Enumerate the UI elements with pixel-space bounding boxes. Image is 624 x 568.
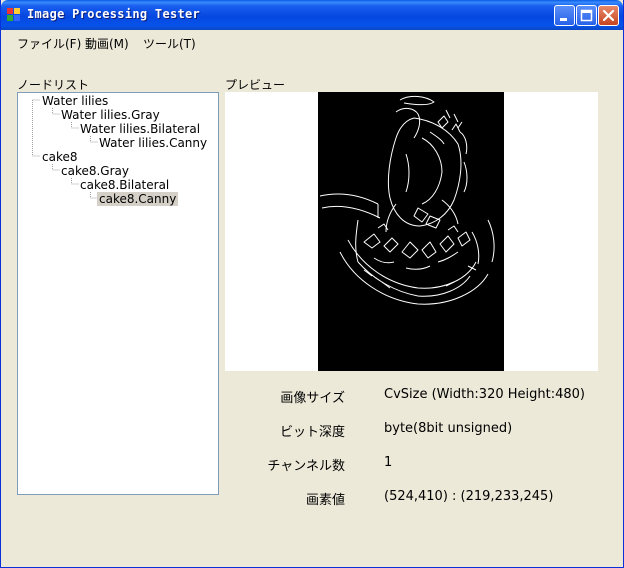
image-size-value: CvSize (Width:320 Height:480) xyxy=(384,387,585,402)
tree-node-water-lilies-gray[interactable]: Water lilies.Gray xyxy=(59,108,162,122)
tree-node-cake8-bilateral[interactable]: cake8.Bilateral xyxy=(78,178,171,192)
title-bar[interactable]: Image Processing Tester xyxy=(1,0,623,30)
menu-bar: ファイル(F) 動画(M) ツール(T) xyxy=(1,30,623,54)
maximize-icon xyxy=(580,9,593,22)
menu-file[interactable]: ファイル(F) xyxy=(17,35,81,52)
preview-panel[interactable] xyxy=(225,92,598,371)
maximize-button[interactable] xyxy=(576,5,597,26)
preview-label: プレビュー xyxy=(225,78,286,92)
pixel-value-label: 画素値 xyxy=(305,493,345,508)
tree-node-water-lilies-canny[interactable]: Water lilies.Canny xyxy=(97,136,209,150)
menu-tools[interactable]: ツール(T) xyxy=(143,35,196,52)
window-title: Image Processing Tester xyxy=(27,7,201,21)
pixel-value-value: (524,410) : (219,233,245) xyxy=(384,489,554,504)
preview-image xyxy=(318,92,504,371)
main-window: Image Processing Tester ファイル(F) 動画(M) ツー… xyxy=(0,0,624,568)
tree-node-water-lilies[interactable]: Water lilies xyxy=(40,94,110,108)
tree-node-water-lilies-bilateral[interactable]: Water lilies.Bilateral xyxy=(78,122,202,136)
close-button[interactable] xyxy=(598,5,619,26)
channels-label: チャンネル数 xyxy=(267,459,345,474)
tree-node-cake8-canny[interactable]: cake8.Canny xyxy=(97,192,179,206)
bit-depth-label: ビット深度 xyxy=(279,425,345,440)
bit-depth-value: byte(8bit unsigned) xyxy=(384,421,513,436)
minimize-icon xyxy=(560,18,567,21)
close-icon xyxy=(602,9,615,22)
tree-node-cake8-gray[interactable]: cake8.Gray xyxy=(59,164,131,178)
node-list-label: ノードリスト xyxy=(17,78,90,92)
app-icon xyxy=(7,8,20,21)
channels-value: 1 xyxy=(384,455,393,470)
minimize-button[interactable] xyxy=(554,5,575,26)
menu-video[interactable]: 動画(M) xyxy=(85,35,129,52)
image-size-label: 画像サイズ xyxy=(280,391,345,406)
tree-node-cake8[interactable]: cake8 xyxy=(40,150,80,164)
